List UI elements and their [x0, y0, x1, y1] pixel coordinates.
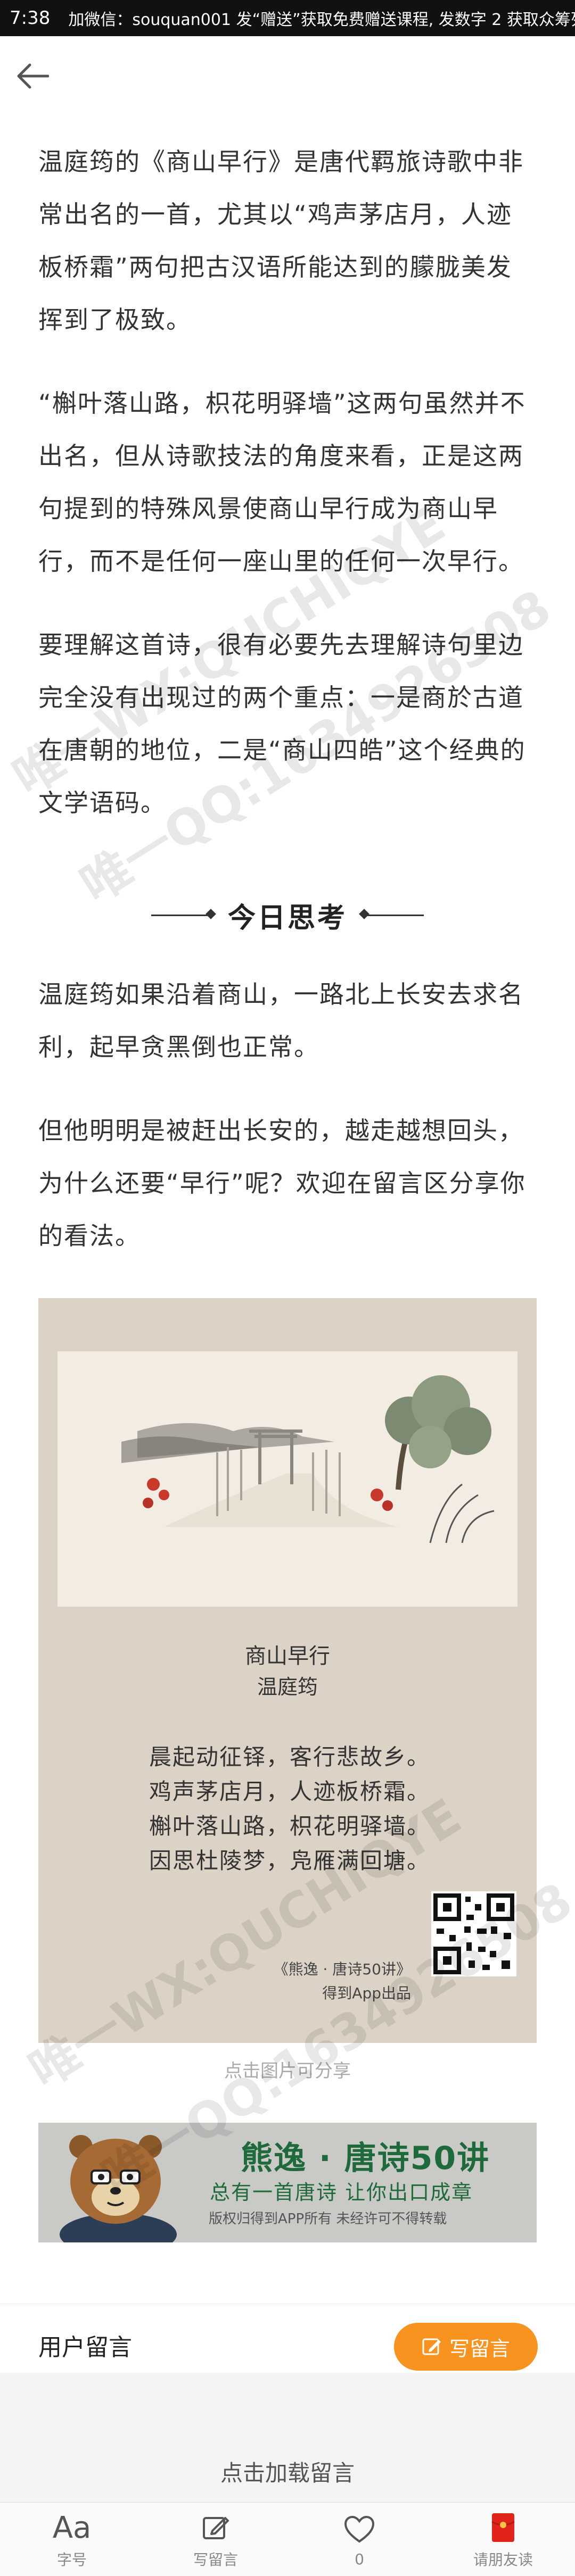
article-paragraph: 要理解这首诗，很有必要先去理解诗句里边完全没有出现过的两个重点：一是商於古道在唐… — [38, 630, 526, 817]
qr-code-icon — [431, 1891, 516, 1976]
heart-icon — [343, 2511, 375, 2548]
status-time: 7:38 — [10, 7, 51, 29]
course-banner[interactable]: 熊逸 · 唐诗50讲 总有一首唐诗 让你出口成章 版权归得到APP所有 未经许可… — [38, 2123, 537, 2242]
status-notice: 加微信：souquan001 发“赠送”获取免费赠送课程, 发数字 2 获取众筹… — [68, 11, 575, 29]
poem-title: 商山早行 — [245, 1644, 330, 1668]
banner-title: 熊逸 · 唐诗50讲 — [241, 2140, 490, 2177]
poem-credit-publisher: 得到App出品 — [322, 1984, 411, 2002]
bottom-toolbar: Aa 字号 写留言 0 请朋友读 — [0, 2502, 575, 2576]
comments-title: 用户留言 — [38, 2334, 132, 2361]
poem-painting — [58, 1351, 518, 1607]
poem-line: 槲叶落山路，枳花明驿墙。 — [149, 1813, 431, 1839]
font-size-icon: Aa — [52, 2510, 92, 2545]
article-body: 温庭筠的《商山早行》是唐代羁旅诗歌中非常出名的一首，尤其以“鸡声茅店月，人迹板桥… — [38, 136, 537, 860]
comments-header: 用户留言 写留言 — [0, 2304, 575, 2373]
font-size-label: 字号 — [56, 2551, 87, 2569]
poem-lines: 晨起动征铎，客行悲故乡。 鸡声茅店月，人迹板桥霜。 槲叶落山路，枳花明驿墙。 因… — [149, 1740, 522, 1878]
write-comment-button[interactable]: 写留言 — [394, 2323, 538, 2371]
poem-share-card[interactable]: 商山早行 温庭筠 晨起动征铎，客行悲故乡。 鸡声茅店月，人迹板桥霜。 槲叶落山路… — [38, 1298, 537, 2043]
article-paragraph: 温庭筠的《商山早行》是唐代羁旅诗歌中非常出名的一首，尤其以“鸡声茅店月，人迹板桥… — [38, 147, 524, 334]
poem-author: 温庭筠 — [257, 1675, 318, 1699]
heading-decoration — [151, 914, 210, 916]
font-size-button[interactable]: Aa 字号 — [0, 2503, 144, 2576]
share-hint: 点击图片可分享 — [224, 2060, 351, 2082]
banner-copyright: 版权归得到APP所有 未经许可不得转载 — [209, 2211, 447, 2227]
article-paragraph: 但他明明是被赶出长安的，越走越想回头，为什么还要“早行”呢？欢迎在留言区分享你的… — [38, 1116, 526, 1250]
article-body-2: 温庭筠如果沿着商山，一路北上长安去求名利，起早贪黑倒也正常。 但他明明是被赶出长… — [38, 968, 537, 1293]
like-button[interactable]: 0 — [288, 2503, 431, 2576]
section-heading-text: 今日思考 — [227, 902, 347, 934]
top-nav — [0, 36, 575, 120]
bear-mascot-icon — [60, 2135, 177, 2242]
banner-subtitle: 总有一首唐诗 让你出口成章 — [210, 2181, 473, 2204]
article-paragraph: “槲叶落山路，枳花明驿墙”这两句虽然并不出名，但从诗歌技法的角度来看，正是这两句… — [38, 389, 526, 576]
poem-line: 鸡声茅店月，人迹板桥霜。 — [149, 1779, 431, 1805]
poem-credit-course: 《熊逸 · 唐诗50讲》 — [273, 1960, 411, 1978]
write-comment-tab[interactable]: 写留言 — [144, 2503, 288, 2576]
invite-friend-label: 请朋友读 — [473, 2551, 533, 2569]
heading-decoration — [365, 914, 424, 916]
red-envelope-icon — [491, 2509, 515, 2546]
status-bar: 7:38 加微信：souquan001 发“赠送”获取免费赠送课程, 发数字 2… — [0, 0, 575, 36]
load-comments-button[interactable]: 点击加载留言 — [0, 2455, 575, 2488]
write-comment-label: 写留言 — [449, 2337, 510, 2361]
back-arrow-icon — [17, 63, 50, 89]
section-heading: 今日思考 — [0, 899, 575, 934]
invite-friend-button[interactable]: 请朋友读 — [431, 2503, 575, 2576]
back-button[interactable] — [16, 63, 59, 95]
edit-icon — [422, 2338, 441, 2355]
edit-icon — [201, 2509, 231, 2546]
article-paragraph: 温庭筠如果沿着商山，一路北上长安去求名利，起早贪黑倒也正常。 — [38, 980, 524, 1061]
write-comment-tab-label: 写留言 — [193, 2551, 238, 2569]
landscape-illustration — [121, 1375, 495, 1543]
poem-line: 因思杜陵梦，凫雁满回塘。 — [149, 1848, 431, 1874]
like-count: 0 — [355, 2550, 364, 2568]
poem-line: 晨起动征铎，客行悲故乡。 — [149, 1744, 431, 1770]
